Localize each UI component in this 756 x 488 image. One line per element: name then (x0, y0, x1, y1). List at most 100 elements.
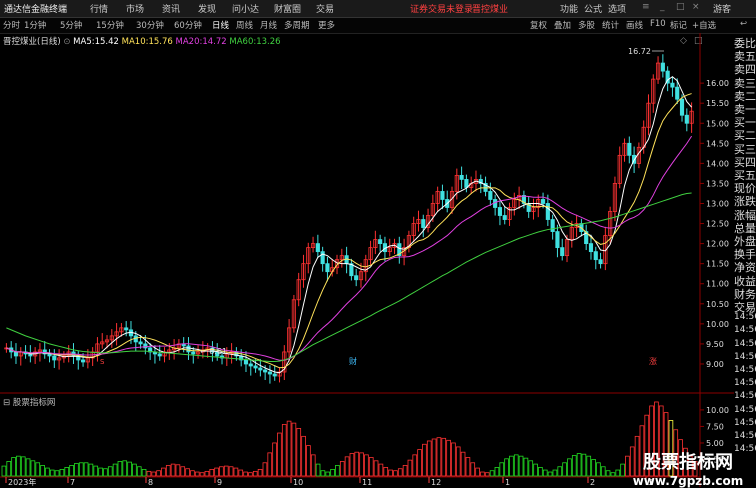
indicator-bar (306, 445, 311, 477)
indicator-bar (523, 457, 529, 477)
indicator-bar (1, 465, 7, 477)
indicator-bar (364, 454, 369, 477)
indicator-bar (441, 437, 447, 477)
candle-body (258, 367, 263, 371)
candle-body (378, 239, 383, 245)
candle-body (545, 203, 550, 220)
candle-body (80, 359, 86, 363)
price-tick-label: 9.00 (706, 360, 724, 369)
kline-chart-area[interactable]: 16.0015.5015.0014.5014.0013.5013.0012.50… (0, 0, 734, 487)
candle-body (13, 351, 19, 357)
time-tick-label: 10 (293, 478, 303, 487)
price-tick-label: 12.00 (706, 240, 729, 249)
indicator-bar (460, 451, 466, 477)
indicator-bar (581, 453, 587, 477)
candle-body (440, 191, 445, 200)
candle-body (267, 371, 273, 375)
indicator-bar (388, 469, 393, 477)
indicator-bar (107, 466, 113, 477)
indicator-tick-label: 10.00 (706, 406, 729, 415)
indicator-bar (132, 463, 137, 477)
high-price-label: 16.72 (628, 47, 651, 56)
indicator-bar (610, 472, 616, 477)
indicator-bar (161, 467, 166, 477)
indicator-bar (552, 469, 558, 477)
price-tick-label: 13.00 (706, 199, 729, 208)
indicator-bar (238, 469, 244, 477)
indicator-bar (504, 458, 509, 477)
candle-body (248, 363, 253, 367)
marker-s: S (100, 358, 105, 366)
indicator-bar (141, 468, 147, 477)
indicator-bar (252, 470, 258, 477)
indicator-bar (64, 467, 70, 477)
indicator-bar (567, 458, 572, 477)
low-price-label: ← 8.61 (200, 347, 227, 356)
indicator-bar (591, 459, 596, 477)
indicator-bar (354, 451, 360, 477)
indicator-bar (88, 463, 94, 477)
marker-rise: 涨 (649, 356, 657, 366)
candle-body (263, 369, 268, 373)
indicator-bar (489, 470, 495, 477)
indicator-bar (291, 422, 297, 477)
candle-body (315, 243, 320, 253)
indicator-bar (117, 461, 123, 477)
indicator-bar (146, 470, 152, 477)
time-tick-label: 12 (431, 478, 441, 487)
indicator-bar (494, 467, 500, 477)
candle-body (488, 191, 493, 200)
indicator-bar (209, 468, 215, 477)
indicator-bar (344, 456, 350, 477)
indicator-bar (571, 455, 577, 477)
indicator-bar (538, 467, 543, 477)
indicator-bar (417, 449, 422, 477)
candle-body (540, 199, 546, 204)
indicator-bar (40, 465, 45, 477)
indicator-bar (436, 437, 442, 477)
indicator-bar (533, 463, 538, 477)
indicator-bar (518, 455, 524, 477)
indicator-bar (562, 462, 567, 477)
time-tick-label: 2023年 (8, 477, 36, 487)
quote-panel-label: 14:56 (734, 351, 756, 362)
price-tick-label: 11.00 (706, 280, 729, 289)
candle-body (253, 365, 258, 369)
indicator-bar (465, 457, 471, 477)
candle-body (157, 353, 162, 357)
indicator-bar (74, 463, 79, 477)
time-tick-label: 11 (362, 478, 372, 487)
candle-body (52, 355, 57, 361)
indicator-bar (499, 462, 505, 477)
indicator-bar (600, 466, 606, 477)
indicator-bar (615, 469, 621, 477)
watermark: 股票指标网 www.7gpzb.com (624, 448, 752, 488)
indicator-bar (407, 459, 413, 477)
marker-finance: 财 (349, 356, 357, 366)
indicator-bar (475, 467, 480, 477)
indicator-bar (194, 471, 200, 477)
indicator-bar (586, 455, 592, 477)
indicator-bar (281, 424, 287, 477)
candle-body (627, 142, 632, 156)
back-arrow-icon[interactable]: ↩ (740, 19, 747, 29)
indicator-bar (228, 466, 234, 477)
time-tick-label: 8 (148, 478, 153, 487)
candle-body (670, 82, 675, 88)
indicator-bar (605, 470, 611, 477)
indicator-bar (11, 457, 16, 477)
indicator-bar (426, 440, 432, 477)
ma5-line (6, 76, 692, 374)
candle-body (660, 62, 665, 72)
candle-body (502, 215, 507, 220)
indicator-bar (204, 470, 210, 477)
candle-body (588, 243, 594, 253)
price-tick-label: 10.50 (706, 300, 729, 309)
indicator-bar (446, 439, 451, 477)
quote-panel-label: 14:56 (734, 325, 756, 336)
indicator-bar (219, 466, 224, 477)
candle-body (124, 327, 129, 331)
candle-body (272, 373, 277, 377)
candle-body (497, 207, 503, 216)
indicator-bar (30, 460, 36, 477)
